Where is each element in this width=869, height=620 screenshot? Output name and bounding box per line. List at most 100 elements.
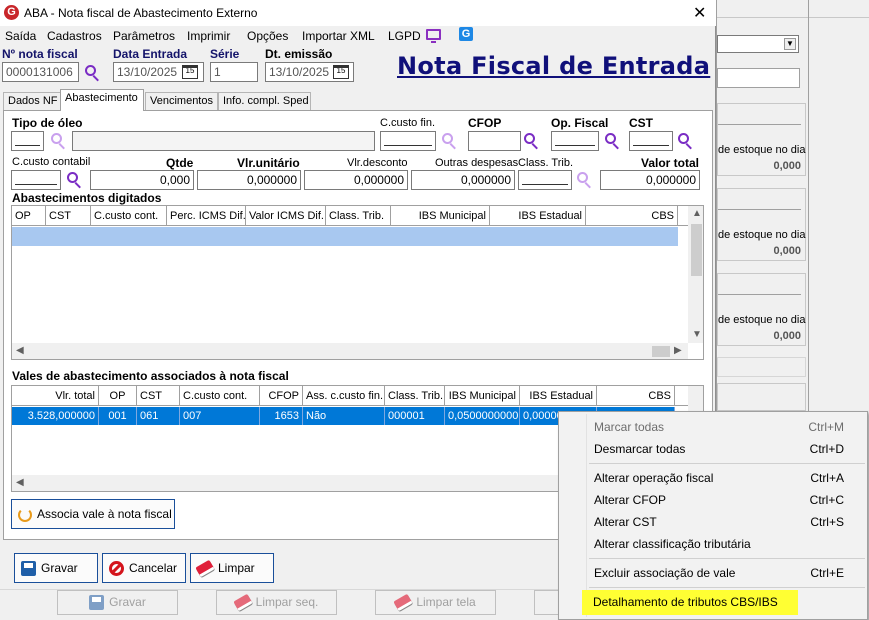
cancelar-button[interactable]: Cancelar [102,553,186,583]
stock-value-1: 0,000 [773,160,801,172]
cancel-icon [109,561,124,577]
refresh-icon [18,507,32,522]
chevron-down-icon[interactable]: ▼ [784,38,796,50]
serie-field[interactable]: 1 [210,62,258,82]
background-panel-4 [717,383,806,411]
cst-field[interactable] [629,131,673,151]
abastecimentos-hscroll[interactable]: ◀ ▶ [12,343,688,359]
menu-lgpd[interactable]: LGPD [388,29,421,43]
menu-saida[interactable]: Saída [5,29,36,43]
gravar-button-disabled[interactable]: Gravar [57,590,178,615]
limpar-tela-button[interactable]: Limpar tela [375,590,496,615]
col-ccusto-cont[interactable]: C.custo cont. [91,206,167,226]
col-op[interactable]: OP [12,206,46,226]
ccusto-fin-label: C.custo fin. [380,117,436,129]
stock-panel-3: de estoque no dia 0,000 [717,273,806,346]
valor-total-field[interactable]: 0,000000 [600,170,700,190]
tab-abastecimento[interactable]: Abastecimento [60,89,144,111]
ccusto-fin-field[interactable] [380,131,436,151]
ccusto-contabil-field[interactable] [11,170,61,190]
menu-item-alterar-classificacao-tributaria[interactable]: Alterar classificação tributária [560,533,866,555]
col-cbs[interactable]: CBS [597,386,675,406]
col-class-trib[interactable]: Class. Trib. [326,206,391,226]
vlr-desconto-field[interactable]: 0,000000 [304,170,408,190]
g-app-icon[interactable]: G [459,27,473,41]
search-icon[interactable] [84,64,102,82]
qtde-field[interactable]: 0,000 [90,170,194,190]
menu-opcoes[interactable]: Opções [247,29,288,43]
calendar-icon-emissao[interactable]: 15 [333,65,349,79]
vlr-unitario-label: Vlr.unitário [237,156,300,170]
menu-item-marcar-todas[interactable]: Marcar todas Ctrl+M [560,416,866,438]
col-perc-icms-dif[interactable]: Perc. ICMS Dif. [167,206,246,226]
search-icon-tipo-oleo[interactable] [50,132,68,150]
menu-item-alterar-cst[interactable]: Alterar CST Ctrl+S [560,511,866,533]
outras-despesas-label: Outras despesas [435,157,519,169]
abastecimentos-grid-header: OP CST C.custo cont. Perc. ICMS Dif. Val… [12,206,688,226]
abastecimentos-grid[interactable]: OP CST C.custo cont. Perc. ICMS Dif. Val… [11,205,704,360]
col-ccusto-cont[interactable]: C.custo cont. [180,386,260,406]
dt-emissao-label: Dt. emissão [265,47,333,61]
menu-item-desmarcar-todas[interactable]: Desmarcar todas Ctrl+D [560,438,866,460]
cell-cst: 061 [137,407,180,425]
limpar-button[interactable]: Limpar [190,553,274,583]
col-cbs[interactable]: CBS [586,206,678,226]
menu-separator [589,463,865,464]
col-op[interactable]: OP [99,386,137,406]
search-icon-class-trib[interactable] [576,171,594,189]
col-cfop[interactable]: CFOP [260,386,303,406]
search-icon-cfop[interactable] [523,132,541,150]
col-ibs-municipal[interactable]: IBS Municipal [391,206,490,226]
search-icon-op-fiscal[interactable] [604,132,622,150]
col-ass-ccusto-fin[interactable]: Ass. c.custo fin. [303,386,385,406]
context-menu: Marcar todas Ctrl+M Desmarcar todas Ctrl+D… [558,411,868,620]
col-ibs-estadual[interactable]: IBS Estadual [490,206,586,226]
tab-dados-nf[interactable]: Dados NF [3,92,61,110]
tipo-oleo-label: Tipo de óleo [12,116,83,130]
menu-item-alterar-cfop[interactable]: Alterar CFOP Ctrl+C [560,489,866,511]
menu-item-alterar-operacao-fiscal[interactable]: Alterar operação fiscal Ctrl+A [560,467,866,489]
menu-cadastros[interactable]: Cadastros [47,29,102,43]
menu-item-detalhamento-cbs-ibs[interactable]: Detalhamento de tributos CBS/IBS [582,590,798,615]
abastecimentos-vscroll[interactable]: ▲ ▼ [688,206,703,343]
menu-imprimir[interactable]: Imprimir [187,29,230,43]
tipo-oleo-code-field[interactable] [11,131,44,151]
class-trib-field[interactable] [518,170,572,190]
close-icon[interactable]: ✕ [693,3,706,23]
search-icon-cst[interactable] [677,132,695,150]
table-row-empty[interactable] [12,227,678,246]
limpar-seq-button[interactable]: Limpar seq. [216,590,337,615]
background-strip [717,357,806,377]
search-icon-ccusto-fin[interactable] [441,132,459,150]
op-fiscal-field[interactable] [551,131,599,151]
col-cst[interactable]: CST [46,206,91,226]
associa-vale-button[interactable]: Associa vale à nota fiscal [11,499,175,529]
col-ibs-estadual[interactable]: IBS Estadual [520,386,597,406]
menu-separator [589,558,865,559]
background-input[interactable] [717,68,800,88]
stock-value-2: 0,000 [773,245,801,257]
window-title: ABA - Nota fiscal de Abastecimento Exter… [24,6,258,20]
menu-importar-xml[interactable]: Importar XML [302,29,375,43]
vales-grid-header: Vlr. total OP CST C.custo cont. CFOP Ass… [12,386,688,406]
gravar-button[interactable]: Gravar [14,553,98,583]
cfop-field[interactable] [468,131,521,151]
vlr-unitario-field[interactable]: 0,000000 [197,170,301,190]
calendar-icon[interactable]: 15 [182,65,198,79]
class-trib-label: Class. Trib. [518,157,574,169]
col-vlr-total[interactable]: Vlr. total [12,386,99,406]
col-class-trib[interactable]: Class. Trib. [385,386,445,406]
menu-item-excluir-associacao[interactable]: Excluir associação de vale Ctrl+E [560,562,866,584]
outras-despesas-field[interactable]: 0,000000 [411,170,515,190]
col-valor-icms-dif[interactable]: Valor ICMS Dif. [246,206,326,226]
col-cst[interactable]: CST [137,386,180,406]
tab-vencimentos[interactable]: Vencimentos [145,92,218,110]
tab-info-compl-sped[interactable]: Info. compl. Sped [218,92,311,110]
menu-parametros[interactable]: Parâmetros [113,29,175,43]
menu-separator [589,587,865,588]
search-icon-ccusto-contabil[interactable] [66,171,84,189]
background-select[interactable]: ▼ [717,35,799,53]
col-ibs-municipal[interactable]: IBS Municipal [445,386,520,406]
nota-field[interactable]: 0000131006 [2,62,79,82]
monitor-icon[interactable] [426,29,441,43]
